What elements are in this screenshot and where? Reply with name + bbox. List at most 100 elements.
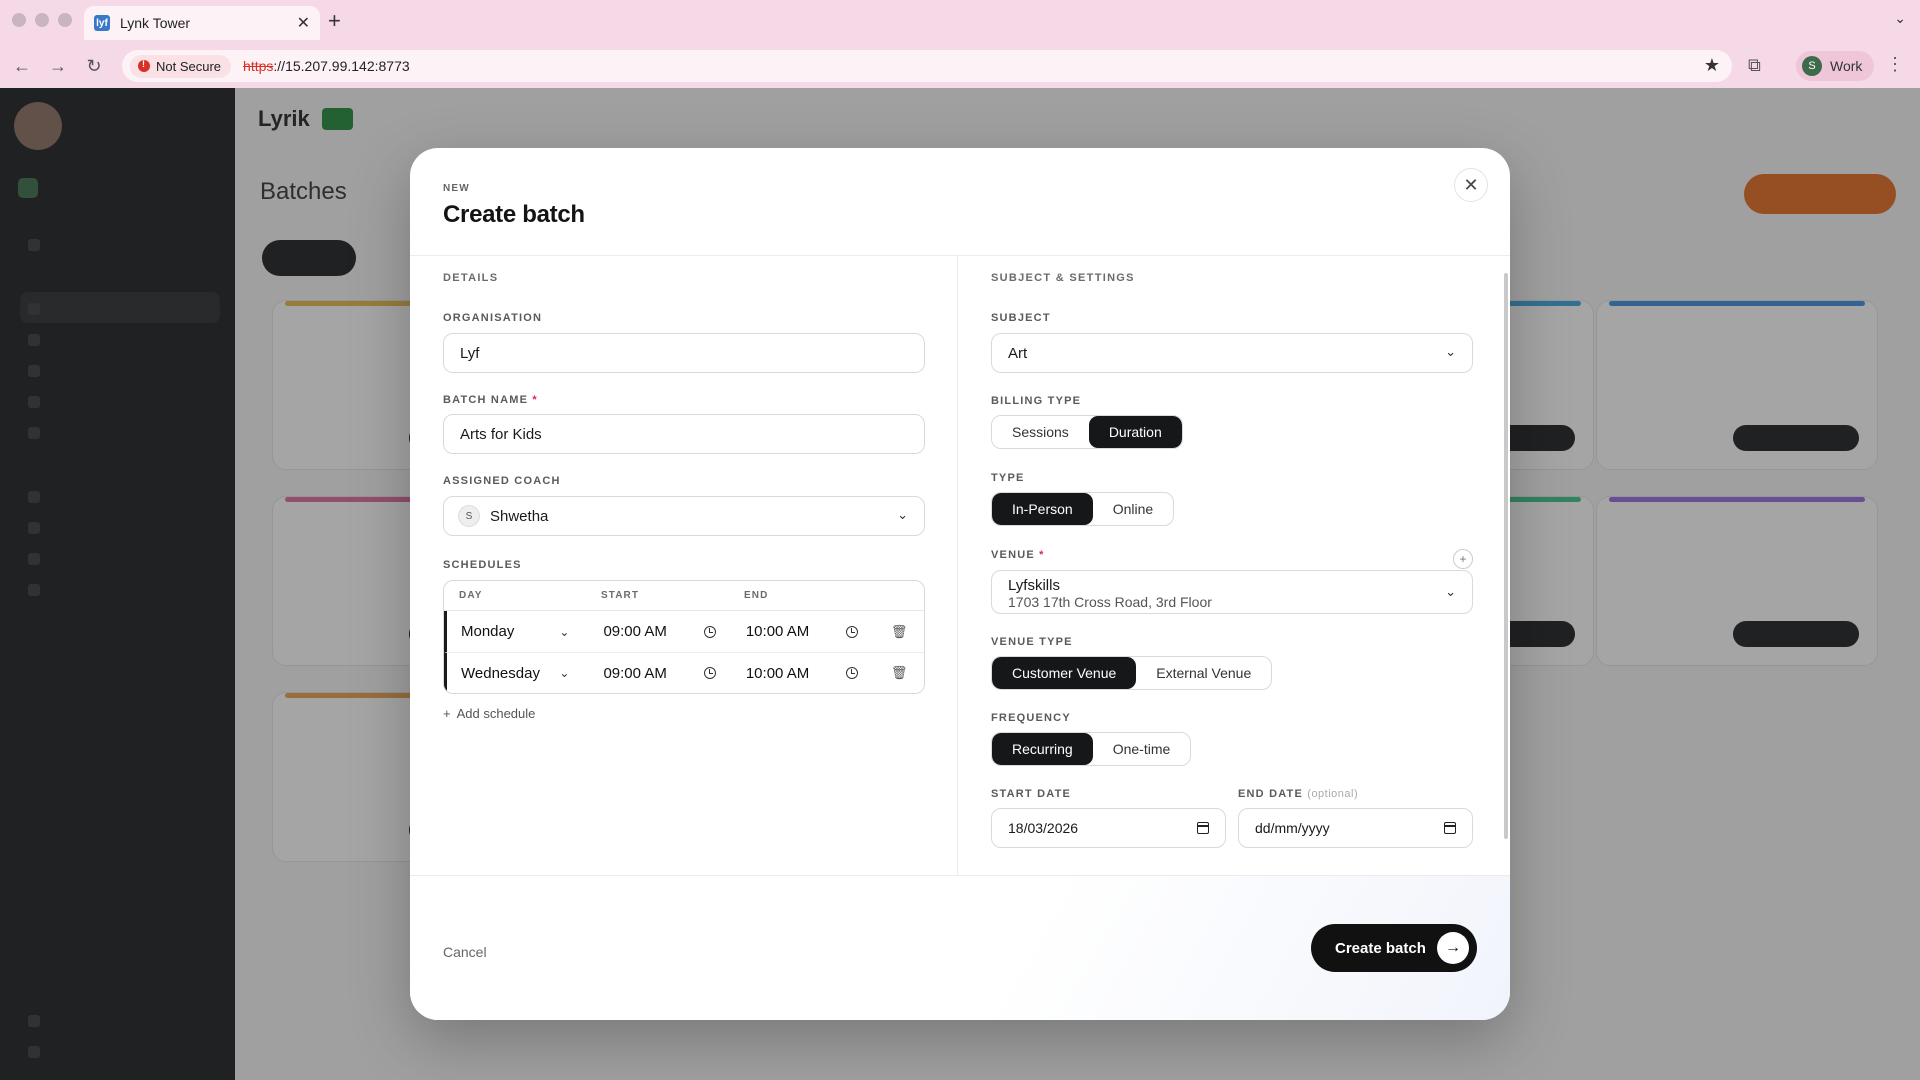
profile-button[interactable]: S Work — [1796, 51, 1875, 81]
organisation-label: ORGANISATION — [443, 312, 543, 324]
close-window-button[interactable] — [12, 13, 26, 27]
end-time-value: 10:00 AM — [745, 664, 810, 682]
modal-eyebrow: NEW — [443, 183, 470, 194]
close-tab-icon[interactable]: ✕ — [297, 13, 310, 33]
start-date-value: 18/03/2026 — [1008, 820, 1079, 836]
browser-tab[interactable]: lyf Lynk Tower ✕ — [84, 6, 320, 40]
schedule-row: Wednesday ⌄ 09:00 AM 10:00 AM 🗑 — [444, 652, 924, 693]
venue-type-option-external[interactable]: External Venue — [1136, 657, 1271, 689]
batch-name-field[interactable]: Arts for Kids — [443, 414, 925, 454]
end-date-group: END DATE (optional) dd/mm/yyyy — [1238, 788, 1473, 848]
organisation-field[interactable]: Lyf — [443, 333, 925, 373]
end-time-input[interactable]: 10:00 AM — [732, 665, 874, 682]
add-venue-icon[interactable]: + — [1453, 549, 1473, 569]
end-date-label: END DATE (optional) — [1238, 788, 1473, 800]
security-badge[interactable]: Not Secure — [130, 54, 232, 78]
venue-label-text: VENUE — [991, 549, 1035, 561]
create-batch-button[interactable]: Create batch → — [1311, 924, 1477, 972]
subject-settings-column: SUBJECT & SETTINGS SUBJECT Art ⌄ BILLING… — [991, 272, 1483, 848]
batch-name-label-text: BATCH NAME — [443, 394, 529, 406]
add-schedule-button[interactable]: + Add schedule — [443, 706, 925, 721]
type-option-in-person[interactable]: In-Person — [992, 493, 1093, 525]
end-time-input[interactable]: 10:00 AM — [732, 623, 874, 640]
browser-menu-icon[interactable]: ⋮ — [1886, 54, 1904, 75]
frequency-toggle: Recurring One-time — [991, 732, 1192, 766]
schedules-label: SCHEDULES — [443, 559, 522, 571]
day-select[interactable]: Monday ⌄ — [447, 623, 589, 640]
frequency-option-recurring[interactable]: Recurring — [992, 733, 1093, 765]
required-marker: * — [532, 394, 538, 406]
extensions-icon[interactable]: ⧉ — [1748, 55, 1761, 76]
reload-icon[interactable]: ↻ — [80, 56, 108, 77]
new-tab-icon[interactable]: + — [328, 8, 341, 34]
window-controls — [12, 13, 72, 27]
end-header: END — [744, 590, 769, 601]
start-date-input[interactable]: 18/03/2026 — [991, 808, 1226, 848]
maximize-window-button[interactable] — [58, 13, 72, 27]
profile-name: Work — [1830, 58, 1863, 74]
clock-icon[interactable] — [703, 667, 716, 679]
clock-icon[interactable] — [846, 625, 859, 638]
url-rest: ://15.207.99.142:8773 — [273, 58, 410, 74]
chevron-down-icon: ⌄ — [897, 507, 908, 522]
chevron-down-icon: ⌄ — [559, 666, 570, 680]
cancel-button[interactable]: Cancel — [443, 944, 487, 960]
type-option-online[interactable]: Online — [1093, 493, 1173, 525]
subject-settings-section-label: SUBJECT & SETTINGS — [991, 272, 1135, 284]
calendar-icon[interactable] — [1444, 822, 1456, 834]
address-bar[interactable]: Not Secure https://15.207.99.142:8773 ★ — [122, 50, 1732, 82]
venue-label-row: VENUE * + — [991, 549, 1483, 569]
add-schedule-label: Add schedule — [456, 706, 536, 721]
start-date-group: START DATE 18/03/2026 — [991, 788, 1226, 848]
end-date-input[interactable]: dd/mm/yyyy — [1238, 808, 1473, 848]
schedule-row: Monday ⌄ 09:00 AM 10:00 AM 🗑 — [444, 611, 924, 652]
browser-toolbar: ← → ↻ Not Secure https://15.207.99.142:8… — [0, 44, 1920, 88]
trash-icon[interactable]: 🗑 — [874, 665, 924, 681]
billing-option-duration[interactable]: Duration — [1088, 416, 1182, 448]
assigned-coach-label: ASSIGNED COACH — [443, 475, 561, 487]
back-icon[interactable]: ← — [8, 56, 36, 77]
type-toggle: In-Person Online — [991, 492, 1175, 526]
subject-select[interactable]: Art ⌄ — [991, 333, 1473, 373]
venue-select[interactable]: Lyfskills 1703 17th Cross Road, 3rd Floo… — [991, 570, 1473, 614]
favicon-icon: lyf — [94, 15, 110, 31]
billing-type-toggle: Sessions Duration — [991, 415, 1183, 449]
bookmark-star-icon[interactable]: ★ — [1704, 55, 1720, 76]
modal-footer: Cancel Create batch → — [410, 875, 1510, 1020]
end-time-value: 10:00 AM — [745, 623, 810, 640]
clock-icon[interactable] — [846, 667, 859, 679]
subject-label: SUBJECT — [991, 312, 1051, 324]
trash-icon[interactable]: 🗑 — [874, 624, 924, 640]
close-icon[interactable]: ✕ — [1454, 168, 1488, 202]
plus-icon: + — [443, 706, 451, 721]
coach-value: Shwetha — [490, 507, 549, 525]
optional-marker: (optional) — [1307, 788, 1359, 800]
venue-type-option-customer[interactable]: Customer Venue — [992, 657, 1137, 689]
browser-chrome: lyf Lynk Tower ✕ + ⌄ ← → ↻ Not Secure ht… — [0, 0, 1920, 88]
column-divider — [957, 256, 958, 876]
start-time-input[interactable]: 09:00 AM — [589, 665, 731, 682]
day-select[interactable]: Wednesday ⌄ — [447, 665, 589, 682]
venue-label: VENUE * — [991, 549, 1483, 561]
scrollbar[interactable] — [1504, 273, 1508, 839]
batch-name-label: BATCH NAME * — [443, 394, 925, 406]
tab-search-chevron-icon[interactable]: ⌄ — [1894, 10, 1906, 27]
day-header: DAY — [459, 590, 483, 601]
billing-option-sessions[interactable]: Sessions — [992, 416, 1089, 448]
minimize-window-button[interactable] — [35, 13, 49, 27]
venue-name: Lyfskills — [1008, 577, 1060, 594]
start-time-input[interactable]: 09:00 AM — [589, 623, 731, 640]
calendar-icon[interactable] — [1197, 822, 1209, 834]
frequency-option-one-time[interactable]: One-time — [1093, 733, 1191, 765]
forward-icon[interactable]: → — [44, 56, 72, 77]
details-section-label: DETAILS — [443, 272, 499, 284]
day-value: Monday — [461, 623, 515, 640]
chevron-down-icon: ⌄ — [1445, 584, 1456, 599]
schedules-header: DAY START END — [444, 581, 924, 611]
clock-icon[interactable] — [703, 625, 716, 638]
modal-header: NEW Create batch ✕ — [410, 148, 1510, 256]
start-date-label: START DATE — [991, 788, 1072, 800]
frequency-label: FREQUENCY — [991, 712, 1071, 724]
assigned-coach-select[interactable]: S Shwetha ⌄ — [443, 496, 925, 536]
chevron-down-icon: ⌄ — [559, 624, 570, 639]
